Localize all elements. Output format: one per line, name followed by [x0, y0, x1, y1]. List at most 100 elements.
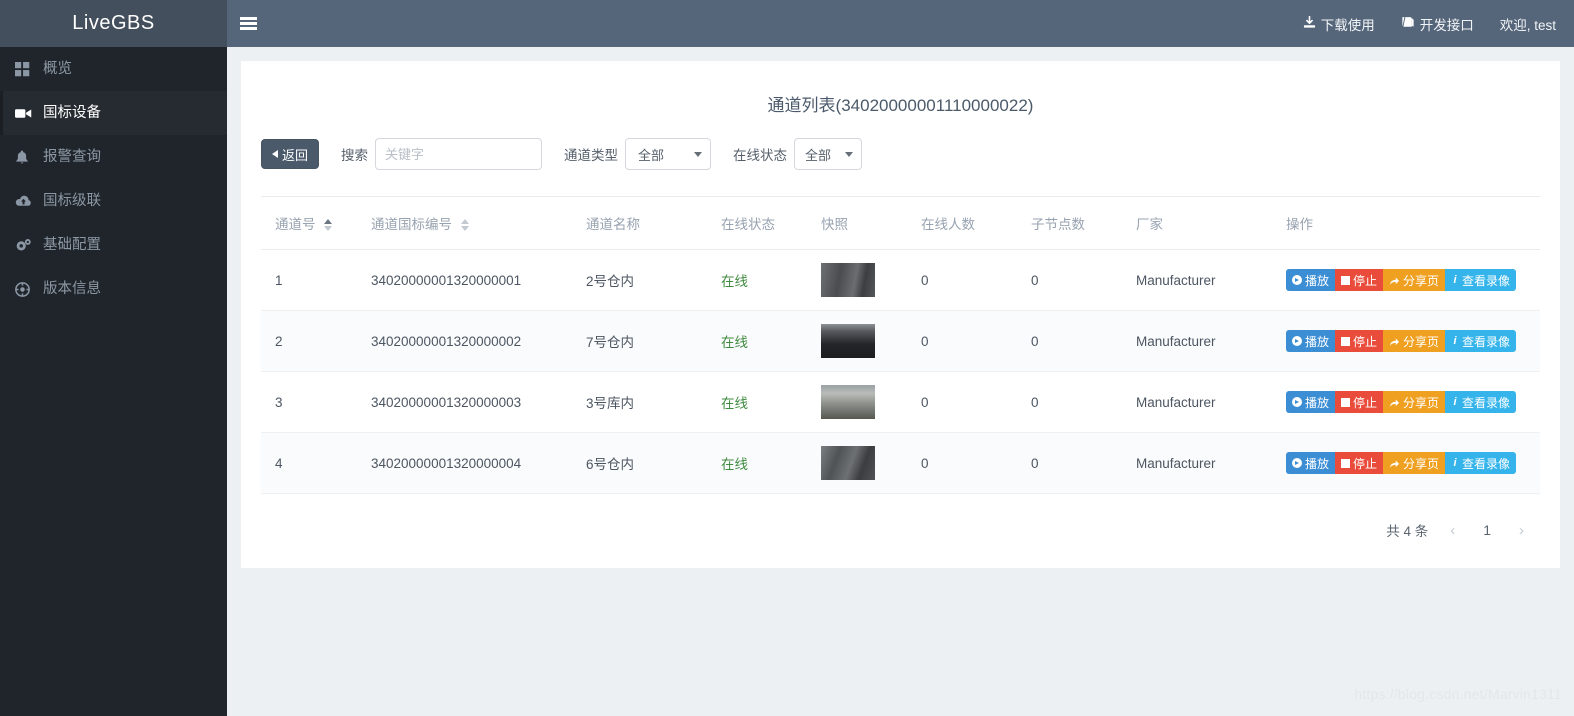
table-body: 1 34020000001320000001 2号仓内 在线 0 0 Manuf… — [261, 249, 1540, 494]
cell-gb-id: 34020000001320000001 — [371, 249, 586, 311]
prev-page-button[interactable]: ‹ — [1446, 522, 1459, 539]
search-label: 搜索 — [341, 148, 369, 163]
share-button[interactable]: 分享页 — [1383, 330, 1446, 352]
app-root: LiveGBS 概览 国标设备 报警查询 国标级联 基础配置 版本信息 下载使用… — [0, 0, 1574, 716]
view-record-button[interactable]: i 查看录像 — [1445, 452, 1517, 474]
stop-button[interactable]: 停止 — [1335, 391, 1384, 413]
download-link[interactable]: 下载使用 — [1303, 14, 1375, 34]
back-button[interactable]: 返回 — [261, 139, 320, 169]
online-state-select[interactable]: 全部 — [794, 138, 863, 170]
camera-thumbnail-icon[interactable] — [821, 324, 875, 358]
play-button[interactable]: 播放 — [1286, 330, 1336, 352]
play-icon — [1292, 336, 1302, 346]
view-record-button[interactable]: i 查看录像 — [1445, 269, 1517, 291]
cell-actions: 播放 停止 分享页 i 查看录像 — [1286, 371, 1540, 433]
stop-button[interactable]: 停止 — [1335, 452, 1384, 474]
sidebar-item-basic-config[interactable]: 基础配置 — [0, 223, 227, 267]
cell-snapshot[interactable] — [821, 310, 921, 372]
stop-icon — [1341, 397, 1351, 407]
sidebar-item-alarm-query[interactable]: 报警查询 — [0, 135, 227, 179]
cell-actions: 播放 停止 分享页 i 查看录像 — [1286, 310, 1540, 372]
share-icon — [1389, 275, 1400, 285]
table-row[interactable]: 4 34020000001320000004 6号仓内 在线 0 0 Manuf… — [261, 432, 1540, 494]
cell-child-count: 0 — [1031, 249, 1136, 311]
page-number-1[interactable]: 1 — [1477, 522, 1497, 538]
play-button[interactable]: 播放 — [1286, 452, 1336, 474]
cell-snapshot[interactable] — [821, 432, 921, 494]
table-row[interactable]: 1 34020000001320000001 2号仓内 在线 0 0 Manuf… — [261, 249, 1540, 311]
cell-channel-name: 3号库内 — [586, 371, 721, 433]
play-button[interactable]: 播放 — [1286, 269, 1336, 291]
cell-gb-id: 34020000001320000003 — [371, 371, 586, 433]
api-docs-link[interactable]: 开发接口 — [1401, 14, 1474, 34]
table-row[interactable]: 3 34020000001320000003 3号库内 在线 0 0 Manuf… — [261, 371, 1540, 433]
search-input[interactable] — [375, 138, 543, 170]
stop-button[interactable]: 停止 — [1335, 269, 1384, 291]
column-header-online-status: 在线状态 — [721, 196, 821, 250]
sidebar-item-label: 概览 — [43, 60, 72, 77]
sidebar-item-label: 基础配置 — [43, 236, 101, 253]
cell-online-count: 0 — [921, 310, 1031, 372]
info-icon: i — [1453, 457, 1457, 469]
play-icon — [1292, 275, 1302, 285]
sort-icon — [324, 219, 333, 232]
pagination: 共 4 条 ‹ 1 › — [251, 494, 1550, 558]
hamburger-icon[interactable] — [227, 0, 269, 47]
row-action-group: 播放 停止 分享页 i 查看录像 — [1286, 330, 1540, 352]
stop-button[interactable]: 停止 — [1335, 330, 1384, 352]
info-globe-icon — [15, 281, 43, 297]
share-button[interactable]: 分享页 — [1383, 269, 1446, 291]
sidebar-item-gb-cascade[interactable]: 国标级联 — [0, 179, 227, 223]
page-title: 通道列表(34020000001110000022) — [767, 96, 1034, 115]
column-header-gb-id[interactable]: 通道国标编号 — [371, 196, 586, 250]
cell-manufacturer: Manufacturer — [1136, 432, 1286, 494]
watermark: https://blog.csdn.net/Marvin1311 — [1354, 686, 1562, 702]
share-button[interactable]: 分享页 — [1383, 391, 1446, 413]
info-icon: i — [1453, 335, 1457, 347]
row-action-group: 播放 停止 分享页 i 查看录像 — [1286, 452, 1540, 474]
cell-online-status: 在线 — [721, 249, 821, 311]
user-greeting[interactable]: 欢迎, test — [1500, 14, 1556, 34]
sidebar-item-label: 国标级联 — [43, 192, 101, 209]
brand-logo[interactable]: LiveGBS — [0, 0, 227, 47]
view-record-button[interactable]: i 查看录像 — [1445, 330, 1517, 352]
play-button[interactable]: 播放 — [1286, 391, 1336, 413]
camera-thumbnail-icon[interactable] — [821, 446, 875, 480]
sidebar: LiveGBS 概览 国标设备 报警查询 国标级联 基础配置 版本信息 — [0, 0, 227, 716]
sidebar-item-overview[interactable]: 概览 — [0, 47, 227, 91]
camera-thumbnail-icon[interactable] — [821, 263, 875, 297]
back-button-label: 返回 — [282, 147, 309, 163]
sort-icon — [460, 219, 469, 232]
view-record-button[interactable]: i 查看录像 — [1445, 391, 1517, 413]
share-icon — [1389, 458, 1400, 468]
gears-icon — [15, 238, 43, 253]
cell-channel-no: 1 — [261, 249, 371, 311]
video-camera-icon — [15, 107, 43, 120]
topbar-right: 下载使用 开发接口 欢迎, test — [1303, 14, 1574, 34]
sidebar-item-label: 报警查询 — [43, 148, 101, 165]
sidebar-item-version-info[interactable]: 版本信息 — [0, 267, 227, 311]
online-state-value: 全部 — [805, 147, 832, 163]
sidebar-item-gb-devices[interactable]: 国标设备 — [0, 91, 227, 135]
info-icon: i — [1453, 396, 1457, 408]
online-state-label: 在线状态 — [733, 148, 788, 163]
column-header-channel-no[interactable]: 通道号 — [261, 196, 371, 250]
channel-type-value: 全部 — [638, 147, 665, 163]
cloud-upload-icon — [15, 195, 43, 208]
cell-online-status: 在线 — [721, 371, 821, 433]
channel-type-label: 通道类型 — [564, 148, 619, 163]
info-icon: i — [1453, 274, 1457, 286]
cell-snapshot[interactable] — [821, 249, 921, 311]
cell-snapshot[interactable] — [821, 371, 921, 433]
cell-online-status: 在线 — [721, 310, 821, 372]
stop-icon — [1341, 275, 1351, 285]
cell-online-count: 0 — [921, 432, 1031, 494]
table-row[interactable]: 2 34020000001320000002 7号仓内 在线 0 0 Manuf… — [261, 310, 1540, 372]
cell-channel-name: 6号仓内 — [586, 432, 721, 494]
next-page-button[interactable]: › — [1515, 522, 1528, 539]
play-icon — [1292, 458, 1302, 468]
share-button[interactable]: 分享页 — [1383, 452, 1446, 474]
channel-type-select[interactable]: 全部 — [625, 138, 712, 170]
cell-child-count: 0 — [1031, 432, 1136, 494]
camera-thumbnail-icon[interactable] — [821, 385, 875, 419]
